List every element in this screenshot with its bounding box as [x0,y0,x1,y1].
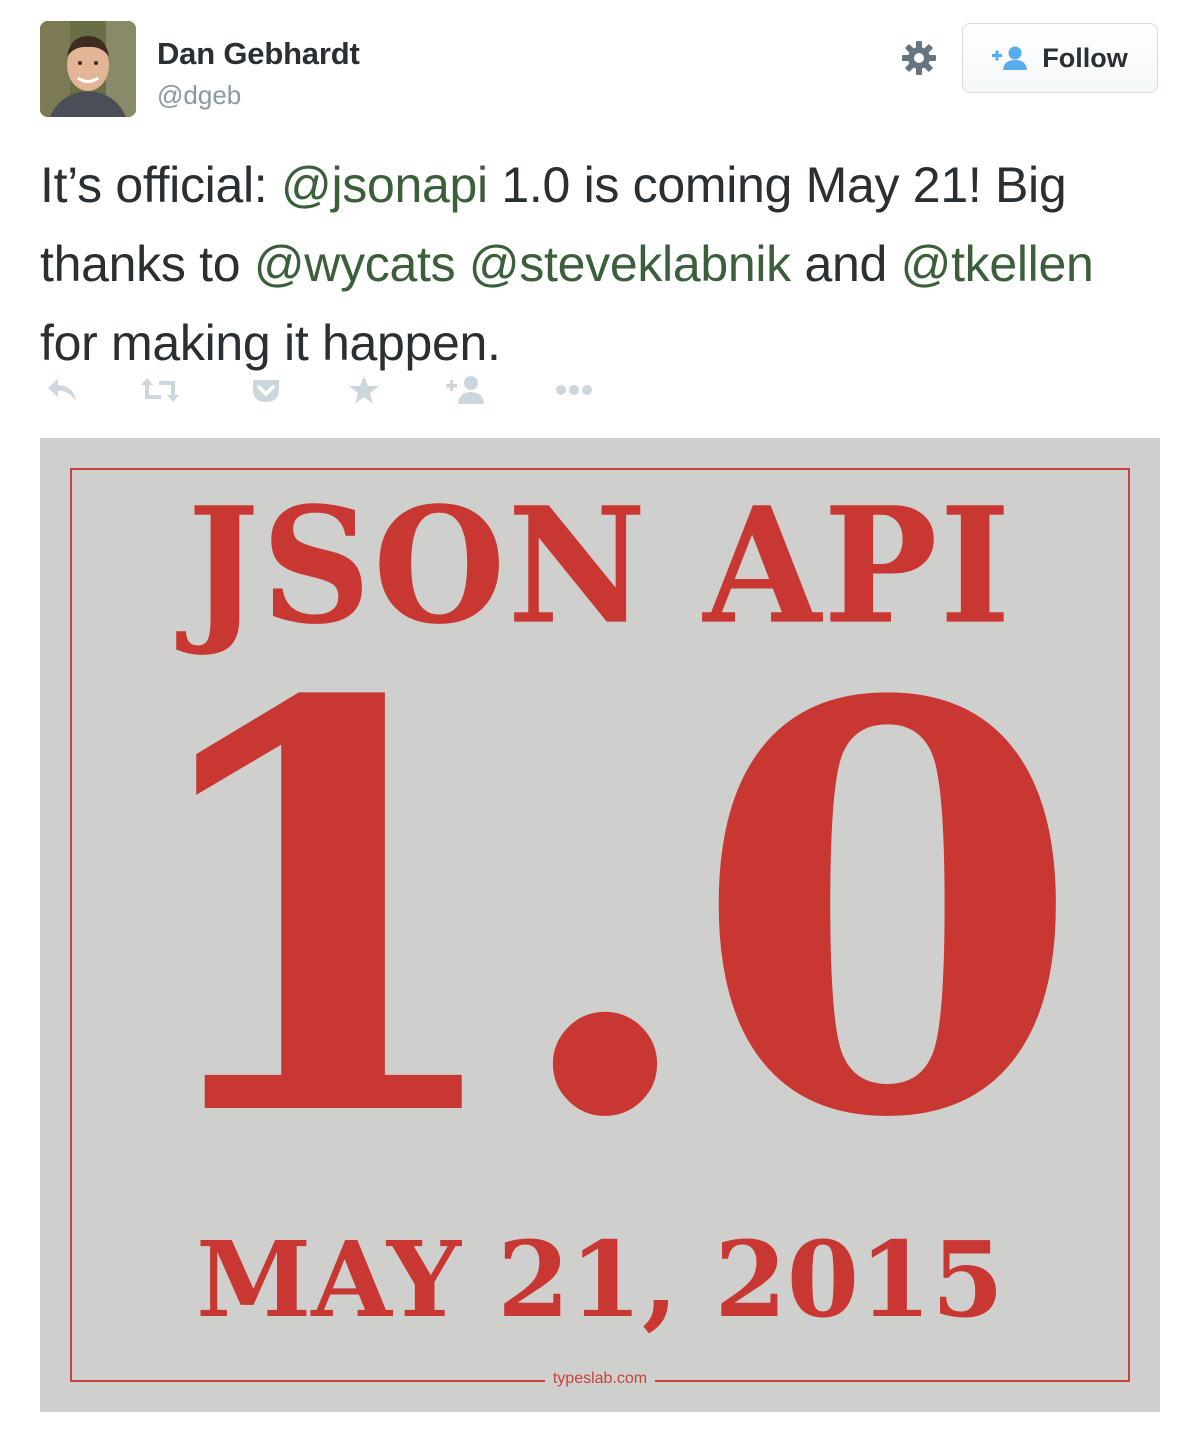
poster-credit-text: typeslab.com [544,1370,656,1387]
mention-link-wycats[interactable]: @wycats [254,236,456,292]
tweet-media-image[interactable]: JSON API 1.0 MAY 21, 2015 typeslab.com [40,438,1160,1412]
author-handle[interactable]: @dgeb [157,80,241,111]
favorite-icon[interactable] [342,370,386,410]
reply-icon[interactable] [40,370,84,410]
retweet-icon[interactable] [138,370,182,410]
poster-credit: typeslab.com [40,1370,1160,1388]
tweet-text-plain: and [790,236,901,292]
more-icon[interactable] [552,370,596,410]
tweet-text-plain: for making it happen. [40,315,501,371]
mention-link-jsonapi[interactable]: @jsonapi [281,157,488,213]
follow-button[interactable]: Follow [962,23,1158,93]
author-name[interactable]: Dan Gebhardt [157,36,360,72]
add-user-icon[interactable] [444,370,488,410]
follow-label: Follow [1042,42,1128,73]
tweet-text-plain [455,236,469,292]
mention-link-steveklabnik[interactable]: @steveklabnik [469,236,791,292]
gear-icon[interactable] [899,38,939,78]
mention-link-tkellen[interactable]: @tkellen [901,236,1094,292]
tweet-text-plain: It’s official: [40,157,281,213]
poster-date: MAY 21, 2015 [196,1218,1004,1341]
add-user-icon [992,45,1028,71]
pocket-icon[interactable] [244,370,288,410]
tweet-text: It’s official: @jsonapi 1.0 is coming Ma… [40,146,1160,383]
avatar[interactable] [40,21,136,117]
poster-version: 1.0 [127,583,1082,1241]
